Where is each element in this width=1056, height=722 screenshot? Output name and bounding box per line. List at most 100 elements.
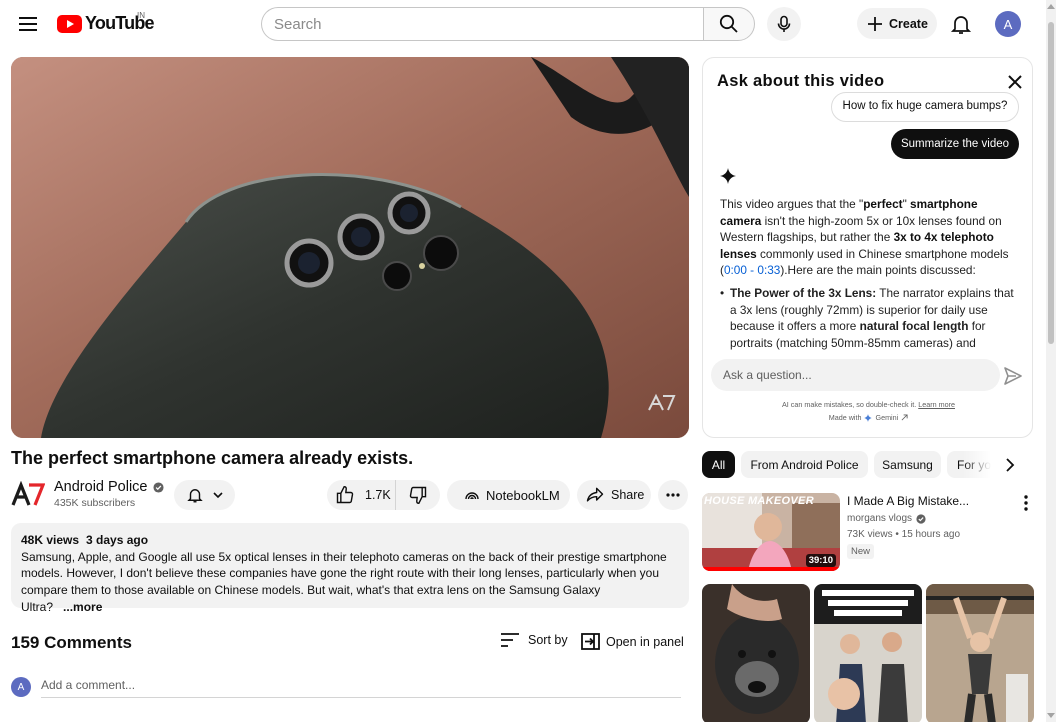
close-icon[interactable] xyxy=(1006,73,1024,91)
answer-bullet-clip: The Power of the 3x Lens: The narrator e… xyxy=(720,285,1020,351)
timestamp-link[interactable]: 0:00 - 0:33 xyxy=(724,263,780,277)
summarize-video-chip[interactable]: Summarize the video xyxy=(891,129,1019,159)
scroll-down-arrow-icon[interactable] xyxy=(1047,713,1055,718)
view-count: 48K views xyxy=(21,533,80,547)
chip-fade xyxy=(963,449,1003,480)
answer-text: ).Here are the main points discussed: xyxy=(780,263,976,278)
external-link-icon xyxy=(901,414,908,421)
like-count: 1.7K xyxy=(365,488,391,502)
top-bar: YouTube IN Create A xyxy=(0,0,1046,48)
chip-from-android-police[interactable]: From Android Police xyxy=(741,451,868,478)
short-thumbnail[interactable] xyxy=(926,584,1034,722)
description-body: Samsung, Apple, and Google all use 5x op… xyxy=(21,549,679,616)
answer-bullet: The Power of the 3x Lens: The narrator e… xyxy=(720,285,1016,351)
add-comment-input[interactable] xyxy=(41,678,681,698)
recommended-channel-name: morgans vlogs xyxy=(847,513,913,524)
ask-about-video-panel: Ask about this video How to fix huge cam… xyxy=(702,57,1033,438)
more-actions-button[interactable] xyxy=(658,480,688,510)
microphone-icon xyxy=(777,15,791,32)
notebooklm-icon xyxy=(465,492,479,500)
learn-more-link[interactable]: Learn more xyxy=(918,400,955,409)
made-with-text: Made with xyxy=(828,413,862,422)
search-button[interactable] xyxy=(703,7,755,41)
more-link[interactable]: ...more xyxy=(63,600,102,614)
description-text: Samsung, Apple, and Google all use 5x op… xyxy=(21,549,667,614)
channel-name[interactable]: Android Police xyxy=(54,479,164,495)
chevron-right-icon[interactable] xyxy=(1003,458,1017,472)
menu-icon[interactable] xyxy=(16,12,40,36)
made-with-gemini: Made with Gemini xyxy=(703,413,1032,422)
recommended-meta: 73K views • 15 hours ago xyxy=(847,529,961,540)
gemini-text: Gemini xyxy=(875,413,899,422)
channel-avatar[interactable] xyxy=(11,481,45,509)
ai-disclaimer: AI can make mistakes, so double-check it… xyxy=(703,400,1032,409)
bullet-bold: natural focal length xyxy=(859,319,969,334)
share-icon xyxy=(586,487,604,502)
notifications-icon[interactable] xyxy=(949,12,973,36)
scrollbar-thumb[interactable] xyxy=(1048,22,1054,344)
video-frame xyxy=(11,57,689,438)
more-vertical-icon[interactable] xyxy=(1017,494,1035,512)
verified-badge-icon xyxy=(916,513,926,524)
open-in-panel-button[interactable]: Open in panel xyxy=(581,633,684,650)
disclaimer-text: AI can make mistakes, so double-check it… xyxy=(782,400,917,409)
upload-age: 3 days ago xyxy=(86,533,149,547)
video-duration: 39:10 xyxy=(805,554,836,567)
voice-search-button[interactable] xyxy=(767,7,801,41)
thumbs-down-icon xyxy=(409,486,427,505)
search-input[interactable] xyxy=(261,7,703,41)
account-avatar[interactable]: A xyxy=(995,11,1021,37)
short-thumbnail[interactable] xyxy=(702,584,810,722)
dislike-button[interactable] xyxy=(396,480,440,510)
bullet-heading: The Power of the 3x Lens: xyxy=(730,286,877,300)
recommended-video-title[interactable]: I Made A Big Mistake... xyxy=(847,494,969,508)
answer-bold: perfect xyxy=(863,197,903,211)
new-badge: New xyxy=(847,544,875,559)
thumbs-up-icon xyxy=(336,485,354,504)
verified-badge-icon xyxy=(152,481,164,493)
comments-count: 159 Comments xyxy=(11,633,132,652)
channel-name-text: Android Police xyxy=(54,479,148,495)
sort-by-label: Sort by xyxy=(528,633,568,647)
video-description[interactable]: 48K views 3 days ago Samsung, Apple, and … xyxy=(11,523,689,614)
search-icon xyxy=(719,14,738,33)
video-title: The perfect smartphone camera already ex… xyxy=(11,448,414,468)
chevron-down-icon xyxy=(212,492,223,499)
sort-by-button[interactable]: Sort by xyxy=(500,632,568,648)
plus-icon xyxy=(868,16,882,31)
notebooklm-label: NotebookLM xyxy=(486,487,560,503)
commenter-avatar: A xyxy=(11,677,31,697)
short-thumbnail[interactable] xyxy=(814,584,922,722)
subscription-bell-button[interactable] xyxy=(174,480,235,510)
send-icon[interactable] xyxy=(1003,366,1023,386)
notebooklm-button[interactable]: NotebookLM xyxy=(447,480,570,510)
thumbnail-caption: HOUSE MAKEOVER xyxy=(704,495,814,507)
search-bar xyxy=(261,7,755,41)
recommended-video-thumbnail[interactable]: HOUSE MAKEOVER 39:10 xyxy=(702,493,840,571)
short-image xyxy=(814,584,922,722)
region-code: IN xyxy=(137,11,145,20)
share-button[interactable]: Share xyxy=(577,480,651,510)
video-player[interactable] xyxy=(11,57,689,438)
like-button[interactable]: 1.7K xyxy=(327,480,396,510)
answer-text: " xyxy=(902,197,911,211)
ai-answer-text: This video argues that the "perfect" sma… xyxy=(720,196,1016,279)
chip-samsung[interactable]: Samsung xyxy=(874,451,941,478)
short-image xyxy=(926,584,1034,722)
subscriber-count: 435K subscribers xyxy=(54,497,136,509)
create-button[interactable]: Create xyxy=(857,8,937,39)
chip-all[interactable]: All xyxy=(702,451,735,478)
open-panel-icon xyxy=(581,633,600,650)
short-image xyxy=(702,584,810,722)
more-horizontal-icon xyxy=(666,493,680,497)
suggested-question-chip[interactable]: How to fix huge camera bumps? xyxy=(831,92,1019,122)
like-dislike-group: 1.7K xyxy=(327,480,440,510)
youtube-play-icon xyxy=(57,14,82,33)
recommended-channel[interactable]: morgans vlogs xyxy=(847,513,926,524)
sparkle-icon xyxy=(720,168,736,184)
scroll-up-arrow-icon[interactable] xyxy=(1047,4,1055,9)
sort-icon xyxy=(501,633,519,647)
share-label: Share xyxy=(611,488,645,502)
bell-icon xyxy=(186,489,203,503)
ask-question-input[interactable] xyxy=(711,359,1000,391)
